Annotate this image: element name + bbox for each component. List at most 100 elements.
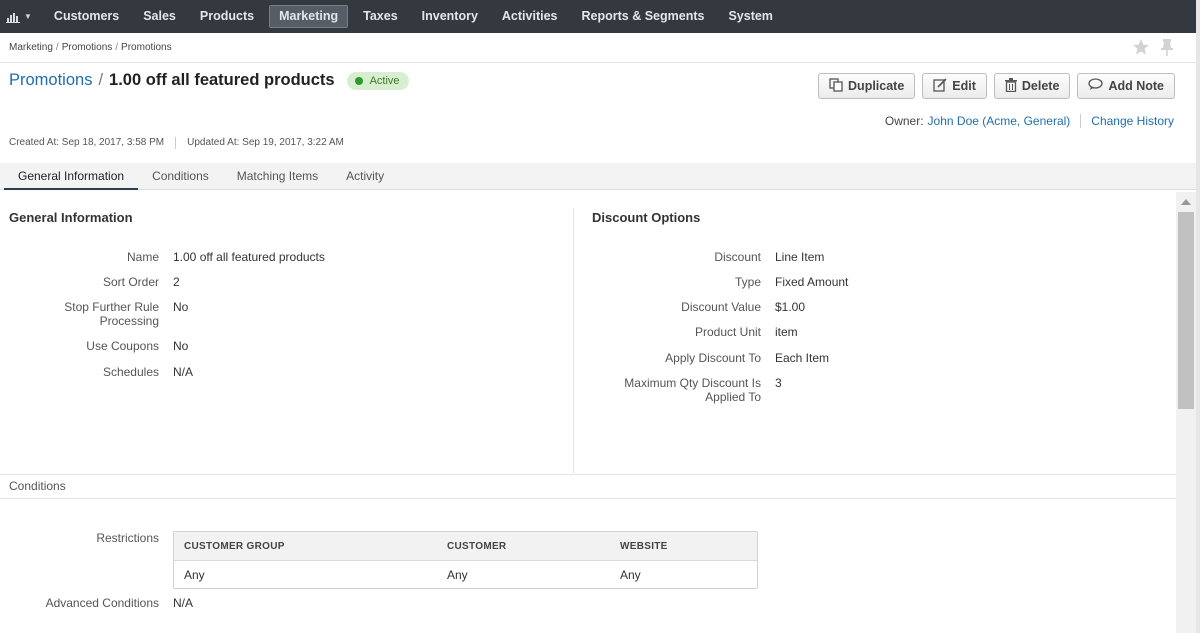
- breadcrumb-item: Promotions: [121, 42, 172, 53]
- owner-label: Owner:: [884, 114, 924, 128]
- breadcrumb: Marketing / Promotions / Promotions: [9, 42, 172, 53]
- field-discount: Discount Line Item: [574, 250, 824, 264]
- field-label: Type: [734, 275, 761, 289]
- field-label: Discount: [714, 250, 761, 264]
- table-cell: Any: [184, 567, 205, 582]
- field-advanced-conditions: Advanced Conditions N/A: [0, 596, 193, 610]
- field-label: Stop Further Rule Processing: [64, 300, 159, 328]
- restrictions-table: CUSTOMER GROUP CUSTOMER WEBSITE Any Any …: [173, 531, 758, 589]
- tab-activity[interactable]: Activity: [332, 163, 398, 190]
- nav-customers[interactable]: Customers: [42, 0, 131, 33]
- delete-button[interactable]: Delete: [993, 73, 1071, 99]
- field-label: Maximum Qty Discount Is Applied To: [624, 376, 761, 404]
- page-pin-actions: [1132, 38, 1178, 56]
- status-label: Active: [369, 74, 400, 87]
- field-value: 3: [775, 376, 782, 390]
- status-dot-icon: [354, 76, 363, 85]
- field-value: N/A: [173, 365, 194, 379]
- nav-products[interactable]: Products: [188, 0, 266, 33]
- add-note-button[interactable]: Add Note: [1077, 73, 1175, 99]
- table-header: CUSTOMER GROUP CUSTOMER WEBSITE: [174, 532, 757, 561]
- field-label: Restrictions: [96, 531, 159, 545]
- tab-conditions[interactable]: Conditions: [138, 163, 223, 190]
- nav-activities[interactable]: Activities: [490, 0, 570, 33]
- action-buttons: Duplicate Edit Delete Add Note: [818, 73, 1175, 99]
- field-label: Product Unit: [694, 325, 761, 339]
- field-value: N/A: [173, 596, 194, 610]
- nav-system[interactable]: System: [716, 0, 784, 33]
- created-at: Created At: Sep 18, 2017, 3:58 PM: [9, 137, 165, 148]
- field-label: Advanced Conditions: [45, 596, 159, 610]
- field-name: Name 1.00 off all featured products: [0, 250, 325, 264]
- duplicate-button[interactable]: Duplicate: [818, 73, 916, 99]
- table-cell: Any: [447, 567, 468, 582]
- field-schedules: Schedules N/A: [0, 365, 193, 379]
- field-value: Fixed Amount: [775, 275, 849, 289]
- section-link[interactable]: Promotions: [9, 71, 92, 90]
- nav-inventory[interactable]: Inventory: [410, 0, 490, 33]
- star-icon[interactable]: [1132, 38, 1150, 56]
- scroll-up-icon[interactable]: [1181, 199, 1191, 205]
- field-label: Name: [126, 250, 159, 264]
- breadcrumb-item[interactable]: Promotions: [62, 42, 113, 53]
- duplicate-label: Duplicate: [848, 79, 905, 93]
- pin-icon[interactable]: [1160, 38, 1178, 56]
- nav-sales[interactable]: Sales: [131, 0, 188, 33]
- field-sort-order: Sort Order 2: [0, 275, 180, 289]
- owner-info: Owner: John Doe (Acme, General) Change H…: [885, 114, 1174, 128]
- divider: [0, 62, 1196, 63]
- column-header-customer: CUSTOMER: [447, 540, 507, 552]
- status-badge: Active: [346, 71, 409, 90]
- field-product-unit: Product Unit item: [574, 325, 798, 339]
- updated-at: Updated At: Sep 19, 2017, 3:22 AM: [187, 137, 344, 148]
- column-divider: [573, 208, 574, 473]
- trash-icon: [1004, 77, 1022, 95]
- field-value: $1.00: [775, 300, 806, 314]
- comment-icon: [1088, 78, 1108, 94]
- conditions-subheading: Conditions: [0, 474, 1176, 499]
- field-type: Type Fixed Amount: [574, 275, 848, 289]
- dashboard-menu-button[interactable]: ▼: [0, 0, 42, 33]
- field-value: 2: [173, 275, 180, 289]
- nav-marketing[interactable]: Marketing: [269, 5, 349, 28]
- bar-chart-icon: [6, 11, 20, 23]
- field-value: Each Item: [775, 351, 830, 365]
- scrollbar-thumb[interactable]: [1178, 212, 1194, 409]
- nav-taxes[interactable]: Taxes: [351, 0, 410, 33]
- window-edge: [1196, 0, 1200, 633]
- breadcrumb-item[interactable]: Marketing: [9, 42, 53, 53]
- tab-bar: General Information Conditions Matching …: [0, 163, 1196, 190]
- field-label: Use Coupons: [86, 339, 159, 353]
- caret-down-icon: ▼: [24, 12, 32, 21]
- owner-link[interactable]: John Doe (Acme, General): [928, 114, 1071, 128]
- edit-label: Edit: [952, 79, 976, 93]
- discount-options-heading: Discount Options: [592, 210, 701, 225]
- edit-icon: [933, 77, 952, 95]
- field-value: 1.00 off all featured products: [173, 250, 325, 264]
- table-row: Any Any Any: [174, 561, 757, 588]
- field-discount-value: Discount Value $1.00: [574, 300, 805, 314]
- field-stop-further-rule-processing: Stop Further Rule Processing No: [0, 300, 188, 328]
- edit-button[interactable]: Edit: [922, 73, 987, 99]
- entity-name: 1.00 off all featured products: [109, 71, 335, 89]
- tab-general-information[interactable]: General Information: [4, 163, 139, 190]
- field-value: No: [173, 339, 189, 353]
- column-header-customer-group: CUSTOMER GROUP: [184, 540, 285, 552]
- field-value: item: [775, 325, 798, 339]
- field-restrictions: Restrictions: [0, 531, 159, 545]
- tab-matching-items[interactable]: Matching Items: [223, 163, 332, 190]
- general-information-heading: General Information: [9, 210, 133, 225]
- nav-reports-segments[interactable]: Reports & Segments: [570, 0, 717, 33]
- field-value: Line Item: [775, 250, 825, 264]
- field-apply-discount-to: Apply Discount To Each Item: [574, 351, 829, 365]
- field-value: No: [173, 300, 189, 314]
- record-timestamps: Created At: Sep 18, 2017, 3:58 PM Update…: [9, 137, 344, 149]
- change-history-link[interactable]: Change History: [1091, 114, 1174, 128]
- copy-icon: [829, 77, 848, 95]
- field-label: Sort Order: [102, 275, 159, 289]
- field-label: Schedules: [102, 365, 159, 379]
- field-use-coupons: Use Coupons No: [0, 339, 188, 353]
- column-header-website: WEBSITE: [620, 540, 668, 552]
- vertical-scrollbar[interactable]: [1176, 192, 1196, 633]
- add-note-label: Add Note: [1108, 79, 1164, 93]
